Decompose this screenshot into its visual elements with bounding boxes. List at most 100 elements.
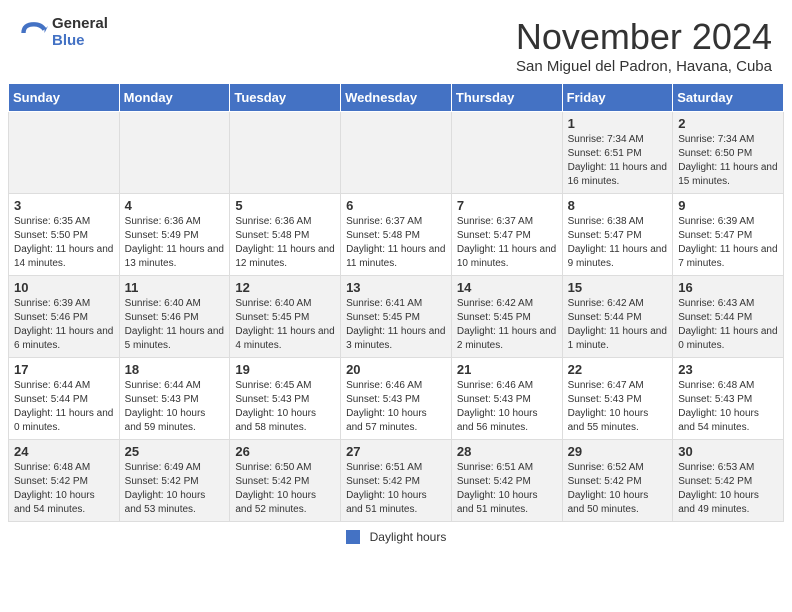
calendar-day-cell: 4 Sunrise: 6:36 AM Sunset: 5:49 PM Daylig… [119, 194, 230, 276]
calendar-day-cell: 21Sunrise: 6:46 AM Sunset: 5:43 PM Dayli… [451, 358, 562, 440]
day-number: 25 [125, 444, 225, 459]
month-title: November 2024 [516, 16, 772, 58]
calendar-day-cell: 1Sunrise: 7:34 AM Sunset: 6:51 PM Daylig… [562, 112, 673, 194]
weekday-header: Thursday [451, 84, 562, 112]
logo-general: General [52, 16, 108, 33]
day-number: 9 [678, 198, 778, 213]
calendar-day-cell: 20Sunrise: 6:46 AM Sunset: 5:43 PM Dayli… [341, 358, 452, 440]
calendar-day-cell: 25 Sunrise: 6:49 AM Sunset: 5:42 PM Dayli… [119, 440, 230, 522]
calendar-body: 1Sunrise: 7:34 AM Sunset: 6:51 PM Daylig… [9, 112, 784, 522]
weekday-header: Sunday [9, 84, 120, 112]
calendar-day-cell: 22 Sunrise: 6:47 AM Sunset: 5:43 PM Dayli… [562, 358, 673, 440]
day-info: Sunrise: 6:52 AM Sunset: 5:42 PM Dayligh… [568, 461, 668, 517]
day-info: Sunrise: 6:39 AM Sunset: 5:47 PM Dayligh… [678, 215, 778, 271]
day-info: Sunrise: 6:44 AM Sunset: 5:44 PM Dayligh… [14, 379, 114, 435]
day-info: Sunrise: 6:37 AM Sunset: 5:47 PM Dayligh… [457, 215, 557, 271]
logo-text: General Blue [52, 16, 108, 49]
calendar-day-cell: 8Sunrise: 6:38 AM Sunset: 5:47 PM Daylig… [562, 194, 673, 276]
calendar-day-cell: 12Sunrise: 6:40 AM Sunset: 5:45 PM Dayli… [230, 276, 341, 358]
subtitle: San Miguel del Padron, Havana, Cuba [516, 58, 772, 75]
title-block: November 2024 San Miguel del Padron, Hav… [516, 16, 772, 75]
day-info: Sunrise: 6:45 AM Sunset: 5:43 PM Dayligh… [235, 379, 335, 435]
day-number: 19 [235, 362, 335, 377]
day-info: Sunrise: 6:49 AM Sunset: 5:42 PM Dayligh… [125, 461, 225, 517]
day-info: Sunrise: 6:41 AM Sunset: 5:45 PM Dayligh… [346, 297, 446, 353]
day-number: 24 [14, 444, 114, 459]
day-info: Sunrise: 6:39 AM Sunset: 5:46 PM Dayligh… [14, 297, 114, 353]
calendar-day-cell: 30Sunrise: 6:53 AM Sunset: 5:42 PM Dayli… [673, 440, 784, 522]
day-info: Sunrise: 6:48 AM Sunset: 5:42 PM Dayligh… [14, 461, 114, 517]
day-number: 17 [14, 362, 114, 377]
day-info: Sunrise: 6:35 AM Sunset: 5:50 PM Dayligh… [14, 215, 114, 271]
day-number: 13 [346, 280, 446, 295]
day-info: Sunrise: 6:48 AM Sunset: 5:43 PM Dayligh… [678, 379, 778, 435]
day-info: Sunrise: 6:47 AM Sunset: 5:43 PM Dayligh… [568, 379, 668, 435]
calendar-week-row: 3 Sunrise: 6:35 AM Sunset: 5:50 PM Daylig… [9, 194, 784, 276]
calendar-week-row: 24 Sunrise: 6:48 AM Sunset: 5:42 PM Dayli… [9, 440, 784, 522]
day-number: 1 [568, 116, 668, 131]
calendar-table: SundayMondayTuesdayWednesdayThursdayFrid… [8, 83, 784, 522]
day-info: Sunrise: 6:37 AM Sunset: 5:48 PM Dayligh… [346, 215, 446, 271]
legend-box [346, 530, 360, 544]
day-info: Sunrise: 6:42 AM Sunset: 5:44 PM Dayligh… [568, 297, 668, 353]
day-number: 15 [568, 280, 668, 295]
day-info: Sunrise: 6:36 AM Sunset: 5:48 PM Dayligh… [235, 215, 335, 271]
calendar-day-cell: 26 Sunrise: 6:50 AM Sunset: 5:42 PM Dayli… [230, 440, 341, 522]
day-number: 26 [235, 444, 335, 459]
day-number: 22 [568, 362, 668, 377]
calendar-week-row: 17 Sunrise: 6:44 AM Sunset: 5:44 PM Dayli… [9, 358, 784, 440]
day-info: Sunrise: 6:50 AM Sunset: 5:42 PM Dayligh… [235, 461, 335, 517]
day-number: 20 [346, 362, 446, 377]
legend-label: Daylight hours [370, 530, 447, 544]
calendar-day-cell: 16 Sunrise: 6:43 AM Sunset: 5:44 PM Dayli… [673, 276, 784, 358]
calendar-day-cell [119, 112, 230, 194]
day-number: 4 [125, 198, 225, 213]
day-number: 28 [457, 444, 557, 459]
day-number: 27 [346, 444, 446, 459]
calendar-day-cell: 28Sunrise: 6:51 AM Sunset: 5:42 PM Dayli… [451, 440, 562, 522]
calendar-day-cell: 29Sunrise: 6:52 AM Sunset: 5:42 PM Dayli… [562, 440, 673, 522]
calendar-day-cell [230, 112, 341, 194]
calendar-day-cell: 17 Sunrise: 6:44 AM Sunset: 5:44 PM Dayli… [9, 358, 120, 440]
day-info: Sunrise: 6:43 AM Sunset: 5:44 PM Dayligh… [678, 297, 778, 353]
calendar-day-cell: 23Sunrise: 6:48 AM Sunset: 5:43 PM Dayli… [673, 358, 784, 440]
calendar-header: SundayMondayTuesdayWednesdayThursdayFrid… [9, 84, 784, 112]
day-info: Sunrise: 6:53 AM Sunset: 5:42 PM Dayligh… [678, 461, 778, 517]
calendar-day-cell: 27Sunrise: 6:51 AM Sunset: 5:42 PM Dayli… [341, 440, 452, 522]
calendar-day-cell: 13 Sunrise: 6:41 AM Sunset: 5:45 PM Dayli… [341, 276, 452, 358]
calendar-day-cell [9, 112, 120, 194]
calendar-day-cell: 3 Sunrise: 6:35 AM Sunset: 5:50 PM Daylig… [9, 194, 120, 276]
day-info: Sunrise: 6:46 AM Sunset: 5:43 PM Dayligh… [457, 379, 557, 435]
day-number: 10 [14, 280, 114, 295]
day-number: 11 [125, 280, 225, 295]
weekday-header: Tuesday [230, 84, 341, 112]
weekday-row: SundayMondayTuesdayWednesdayThursdayFrid… [9, 84, 784, 112]
day-info: Sunrise: 6:42 AM Sunset: 5:45 PM Dayligh… [457, 297, 557, 353]
footer: Daylight hours [0, 522, 792, 548]
logo-blue: Blue [52, 33, 108, 50]
calendar-week-row: 1Sunrise: 7:34 AM Sunset: 6:51 PM Daylig… [9, 112, 784, 194]
calendar-day-cell: 24 Sunrise: 6:48 AM Sunset: 5:42 PM Dayli… [9, 440, 120, 522]
calendar-day-cell: 2 Sunrise: 7:34 AM Sunset: 6:50 PM Daylig… [673, 112, 784, 194]
calendar-day-cell: 19 Sunrise: 6:45 AM Sunset: 5:43 PM Dayli… [230, 358, 341, 440]
day-info: Sunrise: 6:36 AM Sunset: 5:49 PM Dayligh… [125, 215, 225, 271]
calendar-day-cell [341, 112, 452, 194]
calendar-day-cell: 7Sunrise: 6:37 AM Sunset: 5:47 PM Daylig… [451, 194, 562, 276]
weekday-header: Saturday [673, 84, 784, 112]
day-number: 3 [14, 198, 114, 213]
calendar-day-cell: 9 Sunrise: 6:39 AM Sunset: 5:47 PM Daylig… [673, 194, 784, 276]
day-number: 16 [678, 280, 778, 295]
page-header: General Blue November 2024 San Miguel de… [0, 0, 792, 83]
day-number: 2 [678, 116, 778, 131]
calendar-day-cell: 10 Sunrise: 6:39 AM Sunset: 5:46 PM Dayli… [9, 276, 120, 358]
calendar-day-cell: 15 Sunrise: 6:42 AM Sunset: 5:44 PM Dayli… [562, 276, 673, 358]
day-info: Sunrise: 6:38 AM Sunset: 5:47 PM Dayligh… [568, 215, 668, 271]
calendar-day-cell: 18Sunrise: 6:44 AM Sunset: 5:43 PM Dayli… [119, 358, 230, 440]
weekday-header: Wednesday [341, 84, 452, 112]
logo-icon [20, 19, 48, 47]
calendar-day-cell [451, 112, 562, 194]
day-number: 5 [235, 198, 335, 213]
weekday-header: Friday [562, 84, 673, 112]
day-info: Sunrise: 7:34 AM Sunset: 6:50 PM Dayligh… [678, 133, 778, 189]
calendar-day-cell: 11Sunrise: 6:40 AM Sunset: 5:46 PM Dayli… [119, 276, 230, 358]
